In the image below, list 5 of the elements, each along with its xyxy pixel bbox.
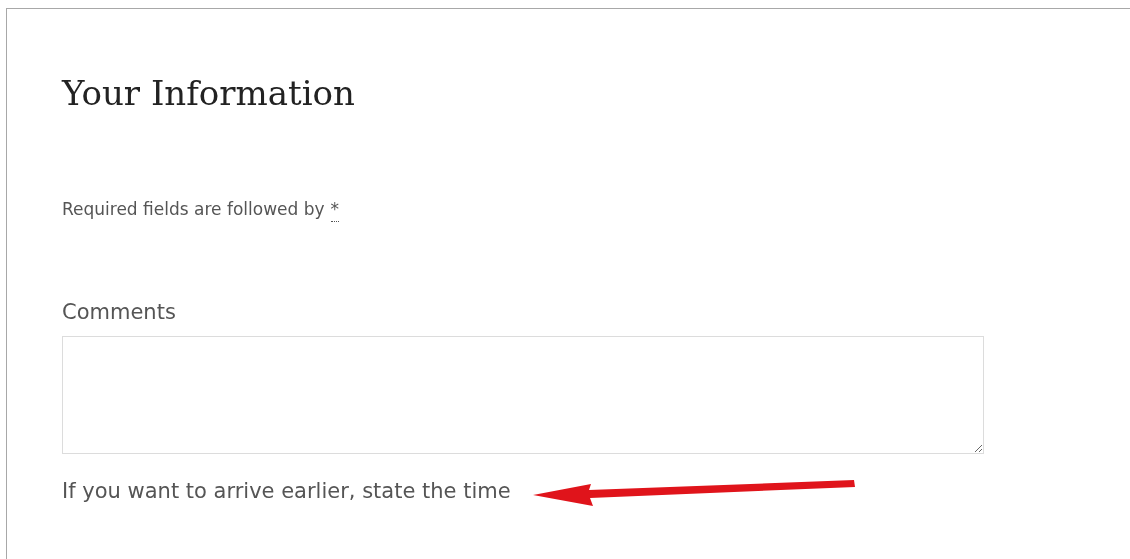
- section-title: Your Information: [62, 72, 355, 115]
- required-note: Required fields are followed by: [62, 198, 325, 221]
- field-label: Comments: [62, 299, 176, 326]
- field-hint: If you want to arrive earlier, state the time: [62, 478, 511, 505]
- comments-field[interactable]: [62, 336, 984, 454]
